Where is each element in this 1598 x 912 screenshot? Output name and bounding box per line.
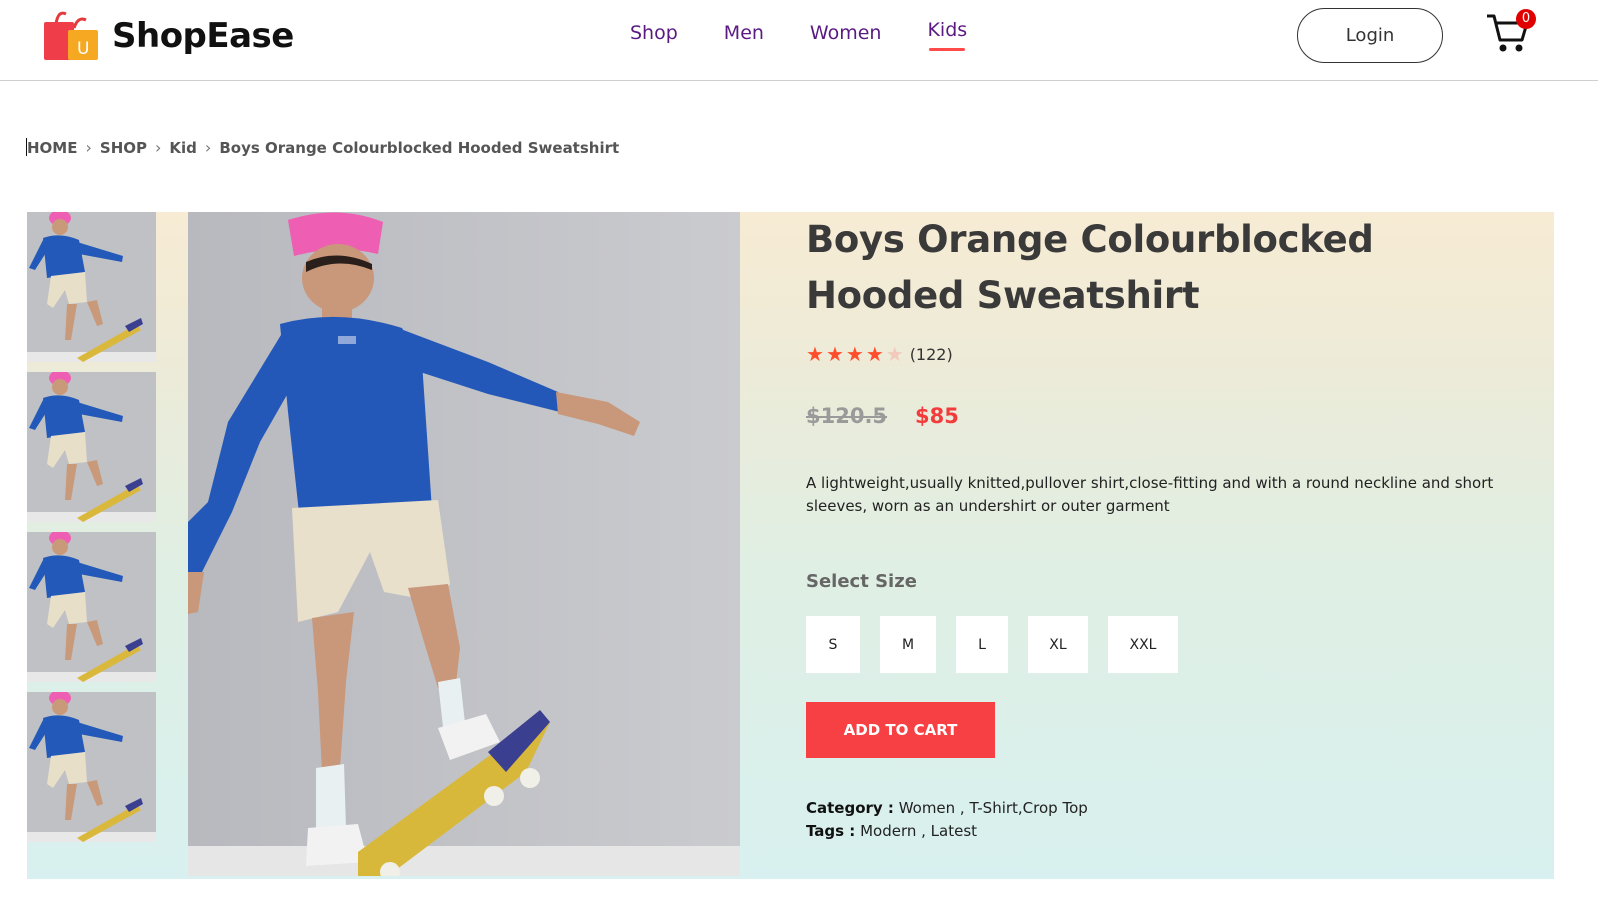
nav-item-women[interactable]: Women: [810, 22, 882, 44]
breadcrumb: HOME › SHOP › Kid › Boys Orange Colourbl…: [26, 138, 620, 157]
breadcrumb-home[interactable]: HOME: [27, 139, 77, 157]
product-meta: Category : Women , T-Shirt,Crop Top Tags…: [806, 797, 1506, 843]
thumbnail-list: [27, 212, 156, 852]
size-option-xl[interactable]: XL: [1028, 616, 1088, 673]
star-filled-icon: ★: [825, 342, 844, 366]
svg-text:U: U: [77, 39, 89, 59]
product-thumbnail[interactable]: [27, 212, 156, 362]
chevron-right-icon: ›: [85, 138, 92, 157]
breadcrumb-current: Boys Orange Colourblocked Hooded Sweatsh…: [219, 138, 620, 157]
size-option-xxl[interactable]: XXL: [1108, 616, 1178, 673]
product-title-line-1: Boys Orange Colourblocked: [806, 218, 1374, 261]
product-description: A lightweight,usually knitted,pullover s…: [806, 474, 1494, 515]
product-tags: Tags : Modern , Latest: [806, 820, 1506, 843]
breadcrumb-shop[interactable]: SHOP: [100, 139, 147, 157]
tags-label: Tags :: [806, 822, 856, 840]
product-thumbnail[interactable]: [27, 372, 156, 522]
star-filled-icon: ★: [845, 342, 864, 366]
review-count: (122): [909, 344, 953, 364]
price-block: $120.5 $85: [806, 404, 1506, 428]
size-option-l[interactable]: L: [956, 616, 1008, 673]
brand-name: ShopEase: [112, 16, 294, 56]
site-header: U ShopEase Shop Men Women Kids Login 0: [0, 0, 1598, 81]
size-option-m[interactable]: M: [880, 616, 936, 673]
product-thumbnail[interactable]: [27, 532, 156, 682]
product-thumbnail[interactable]: [27, 692, 156, 842]
product-title-line-2: Hooded Sweatshirt: [806, 274, 1200, 317]
nav-item-men[interactable]: Men: [724, 22, 764, 44]
select-size-label: Select Size: [806, 571, 917, 592]
main-nav: Shop Men Women Kids: [630, 19, 1013, 51]
category-value[interactable]: Women , T-Shirt,Crop Top: [894, 799, 1088, 817]
chevron-right-icon: ›: [204, 138, 212, 157]
original-price: $120.5: [806, 404, 888, 428]
size-selector: S M L XL XXL: [806, 616, 1506, 673]
product-title: Boys Orange Colourblocked Hooded Sweatsh…: [806, 212, 1506, 324]
product-category: Category : Women , T-Shirt,Crop Top: [806, 797, 1506, 820]
star-filled-icon: ★: [806, 342, 824, 366]
product-rating: ★ ★ ★ ★ ★ (122): [806, 342, 1506, 366]
shopping-bag-logo-icon: U: [44, 10, 100, 62]
star-filled-icon: ★: [865, 342, 884, 366]
cart-count-badge: 0: [1516, 9, 1536, 29]
tags-value[interactable]: Modern , Latest: [855, 822, 977, 840]
add-to-cart-button[interactable]: ADD TO CART: [806, 702, 995, 758]
breadcrumb-kid[interactable]: Kid: [169, 139, 197, 157]
nav-item-shop[interactable]: Shop: [630, 22, 678, 44]
login-button[interactable]: Login: [1297, 8, 1443, 63]
star-empty-icon: ★: [885, 342, 904, 366]
size-option-s[interactable]: S: [806, 616, 860, 673]
product-info: Boys Orange Colourblocked Hooded Sweatsh…: [806, 212, 1506, 843]
category-label: Category :: [806, 799, 894, 817]
nav-item-kids[interactable]: Kids: [927, 19, 967, 51]
brand-logo[interactable]: U ShopEase: [44, 10, 294, 62]
chevron-right-icon: ›: [155, 138, 162, 157]
product-main-image: [188, 212, 740, 876]
text-caret: [26, 138, 27, 156]
sale-price: $85: [915, 404, 959, 428]
